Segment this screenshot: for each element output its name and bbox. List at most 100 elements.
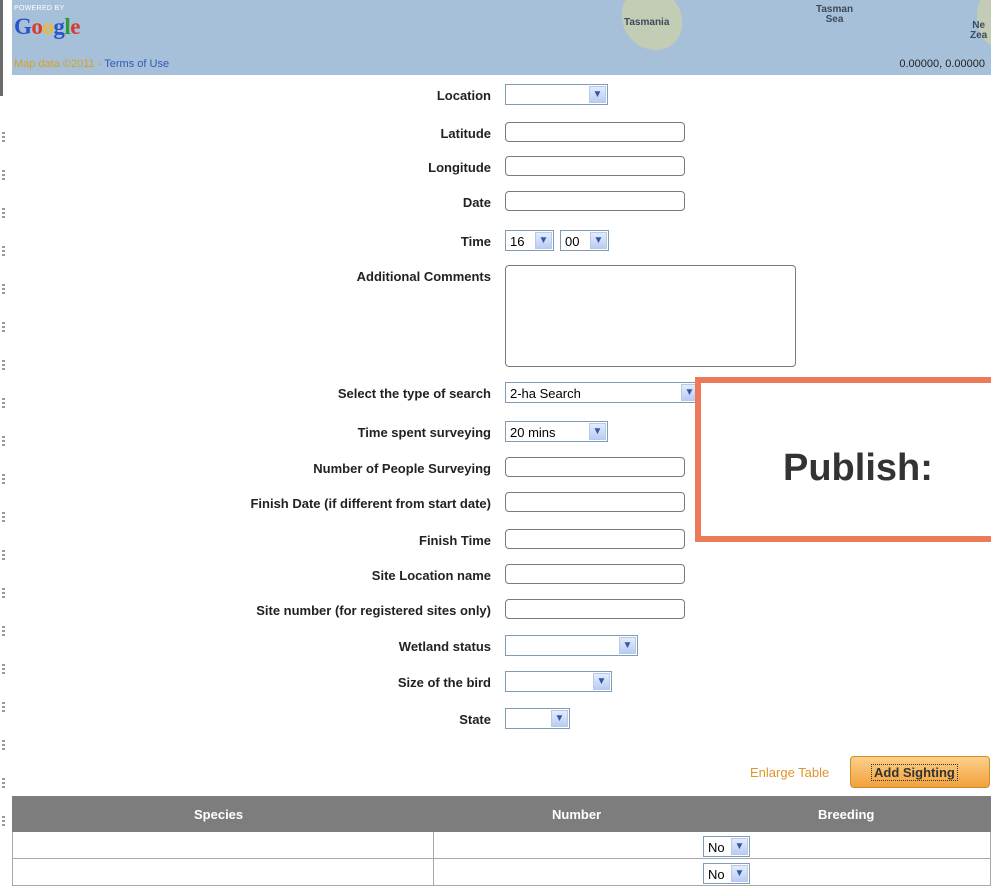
comments-textarea[interactable] [505,265,796,367]
terms-of-use-link[interactable]: Terms of Use [104,58,169,70]
row-time: Time 16 ▼ 00 ▼ [0,230,991,254]
breeding-select[interactable]: No ▼ [703,836,750,857]
gutter-dot [2,786,5,788]
table-row: No ▼ [12,832,991,859]
col-breeding-header: Breeding [818,807,875,822]
finish-time-input[interactable] [505,529,685,549]
gutter-dot [2,592,5,594]
longitude-label: Longitude [428,160,491,175]
state-select[interactable]: ▼ [505,708,570,729]
finish-time-label: Finish Time [419,533,491,548]
gutter-dot [2,330,5,332]
map-label-tasman-sea: Tasman Sea [816,4,854,25]
add-sighting-label: Add Sighting [871,764,958,781]
gutter-dot [2,216,5,218]
gutter-dot [2,668,5,670]
date-input[interactable] [505,191,685,211]
gutter-dot [2,558,5,560]
row-comments: Additional Comments [0,265,991,367]
gutter-dot [2,630,5,632]
publish-label: Publish: [783,447,933,489]
latitude-input[interactable] [505,122,685,142]
gutter-dot [2,744,5,746]
latitude-label: Latitude [440,126,491,141]
chevron-down-icon: ▼ [731,838,748,855]
row-state: State ▼ [0,708,991,732]
row-latitude: Latitude [0,122,991,146]
gutter-dot [2,254,5,256]
gutter-dot [2,516,5,518]
google-logo[interactable]: Google [14,14,80,40]
gutter-dot [2,322,5,324]
time-label: Time [460,234,491,249]
gutter-dot [2,596,5,598]
chevron-down-icon: ▼ [619,637,636,654]
chevron-down-icon: ▼ [731,865,748,882]
column-divider [433,832,434,859]
finish-date-input[interactable] [505,492,685,512]
map-data-text: Map data ©2011 [14,58,95,70]
gutter-dot [2,664,5,666]
gutter-dot [2,748,5,750]
row-date: Date [0,191,991,215]
chevron-down-icon: ▼ [535,232,552,249]
longitude-input[interactable] [505,156,685,176]
gutter-dot [2,326,5,328]
gutter-dot [2,364,5,366]
gutter-dot [2,292,5,294]
location-label: Location [436,88,491,103]
row-location: Location ▼ [0,84,991,108]
site-number-label: Site number (for registered sites only) [256,603,491,618]
num-people-label: Number of People Surveying [313,461,491,476]
gutter-dot [2,778,5,780]
enlarge-table-link[interactable]: Enlarge Table [750,765,829,780]
row-site-location: Site Location name [0,564,991,588]
search-type-label: Select the type of search [337,386,491,401]
site-location-label: Site Location name [371,568,491,583]
finish-date-label: Finish Date (if different from start dat… [250,496,491,511]
state-label: State [459,712,491,727]
map-attribution: Map data ©2011 - Terms of Use [14,58,170,70]
column-divider [433,859,434,886]
gutter-dot [2,368,5,370]
search-type-select[interactable]: 2-ha Search ▼ [505,382,700,403]
map-coordinates: 0.00000, 0.00000 [899,58,985,70]
chevron-down-icon: ▼ [593,673,610,690]
map-label-tasmania: Tasmania [624,17,670,28]
gutter-dot [2,520,5,522]
site-location-input[interactable] [505,564,685,584]
col-species-header: Species [194,807,244,822]
bird-size-label: Size of the bird [397,675,491,690]
time-spent-select[interactable]: 20 mins ▼ [505,421,608,442]
gutter-dot [2,360,5,362]
gutter-dot [2,626,5,628]
sightings-table: Species Number Breeding No ▼ No ▼ [12,796,991,886]
row-bird-size: Size of the bird ▼ [0,671,991,695]
time-minute-select[interactable]: 00 ▼ [560,230,609,251]
gutter-dot [2,816,5,818]
location-select[interactable]: ▼ [505,84,608,105]
site-number-input[interactable] [505,599,685,619]
num-people-input[interactable] [505,457,685,477]
publish-panel: Publish: [695,377,991,542]
table-header: Species Number Breeding [12,796,991,832]
comments-label: Additional Comments [356,269,491,284]
breeding-select[interactable]: No ▼ [703,863,750,884]
gutter-dot [2,824,5,826]
bird-size-select[interactable]: ▼ [505,671,612,692]
add-sighting-button[interactable]: Add Sighting [850,756,990,788]
chevron-down-icon: ▼ [589,86,606,103]
table-row: No ▼ [12,859,991,886]
row-longitude: Longitude [0,156,991,180]
gutter-bar [0,0,3,96]
gutter-dot [2,406,5,408]
gutter-dot [2,740,5,742]
time-hour-select[interactable]: 16 ▼ [505,230,554,251]
row-site-number: Site number (for registered sites only) [0,599,991,623]
gutter-dot [2,482,5,484]
gutter-dot [2,554,5,556]
map[interactable]: Tasmania Tasman Sea Ne Zea POWERED BY Go… [12,0,991,75]
wetland-status-select[interactable]: ▼ [505,635,638,656]
col-number-header: Number [552,807,602,822]
gutter-dot [2,782,5,784]
